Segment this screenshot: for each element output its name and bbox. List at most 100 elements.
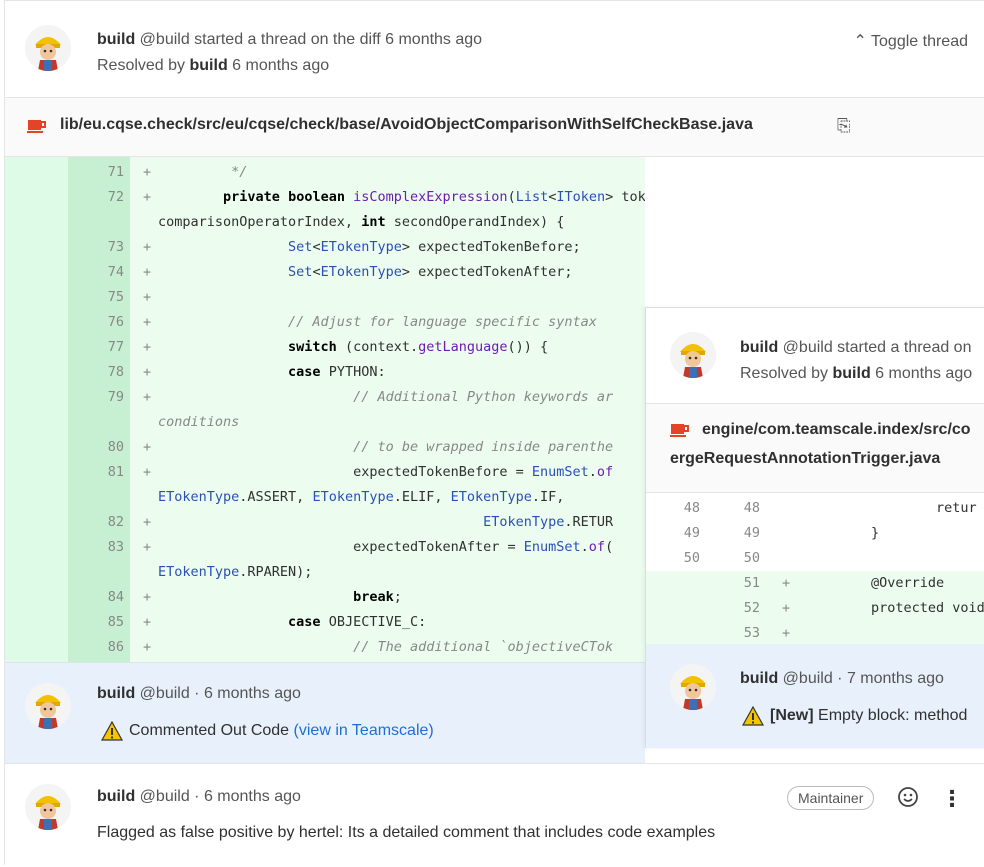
- merge-request-discussion: build @build started a thread on the dif…: [0, 0, 984, 867]
- line-number[interactable]: 82: [68, 510, 124, 535]
- new-line-number[interactable]: 49: [730, 521, 760, 546]
- finding-text: Commented Out Code: [129, 722, 290, 740]
- diff-line: 51 + @Override: [646, 571, 984, 596]
- diff-line: 48 48 retur: [646, 496, 984, 521]
- note-meta: build @build · 6 months ago: [97, 685, 301, 703]
- avatar[interactable]: [25, 25, 71, 71]
- note-body: Commented Out Code (view in Teamscale): [101, 721, 434, 741]
- new-line-number[interactable]: 50: [730, 546, 760, 571]
- line-number[interactable]: 80: [68, 435, 124, 460]
- line-number[interactable]: 78: [68, 360, 124, 385]
- thread-header: build @build started a thread on the dif…: [5, 1, 984, 98]
- line-number[interactable]: 85: [68, 610, 124, 635]
- new-line-number[interactable]: 48: [730, 496, 760, 521]
- more-actions-icon[interactable]: ⋮: [941, 786, 963, 812]
- code-text: // Additional Python keywords ar: [158, 389, 614, 405]
- avatar[interactable]: [670, 664, 716, 710]
- note-time: @build · 7 months ago: [782, 670, 944, 687]
- line-number[interactable]: 81: [68, 460, 124, 485]
- added-marker: +: [782, 575, 791, 591]
- added-marker: +: [143, 389, 152, 405]
- added-marker: +: [143, 364, 152, 380]
- added-marker: +: [143, 339, 152, 355]
- diff-line: 49 49 }: [646, 521, 984, 546]
- code-text: // to be wrapped inside parenthe: [158, 439, 614, 455]
- code-text: comparisonOperatorIndex, int secondOpera…: [158, 214, 565, 230]
- file-header: lib/eu.cqse.check/src/eu/cqse/check/base…: [5, 98, 984, 157]
- line-number[interactable]: 71: [68, 160, 124, 185]
- added-marker: +: [143, 589, 152, 605]
- file-path-continued[interactable]: ergeRequestAnnotationTrigger.java: [670, 450, 940, 468]
- new-line-number[interactable]: 53: [730, 621, 760, 646]
- old-line-number[interactable]: 48: [670, 496, 700, 521]
- smiley-icon[interactable]: [897, 786, 919, 808]
- old-line-number[interactable]: 49: [670, 521, 700, 546]
- thread-action: started a thread on the diff 6 months ag…: [194, 31, 483, 48]
- added-marker: +: [143, 289, 152, 305]
- toggle-thread-button[interactable]: ⌃ Toggle thread: [853, 31, 968, 51]
- author-name[interactable]: build: [97, 788, 135, 805]
- copy-icon[interactable]: ⎘: [837, 116, 851, 136]
- avatar[interactable]: [25, 784, 71, 830]
- author-handle: @build: [139, 788, 190, 805]
- code-text: @Override: [806, 575, 945, 591]
- line-number[interactable]: 73: [68, 235, 124, 260]
- line-number[interactable]: 77: [68, 335, 124, 360]
- diff-code: 48 48 retur 49 49 } 50 50 51 + @Override 52 + pro…: [646, 493, 984, 646]
- avatar[interactable]: [670, 332, 716, 378]
- diff-line: 53 +: [646, 621, 984, 646]
- code-text: // The additional `objectiveCTok: [158, 639, 614, 655]
- code-text: expectedTokenAfter = EnumSet.of(: [158, 539, 614, 555]
- line-number[interactable]: 76: [68, 310, 124, 335]
- author-name[interactable]: build: [97, 31, 135, 48]
- code-text: private boolean isComplexExpression(List…: [223, 189, 645, 205]
- added-marker: +: [782, 600, 791, 616]
- added-marker: +: [143, 639, 152, 655]
- warning-icon: [742, 706, 764, 726]
- code-text: */: [158, 164, 248, 180]
- code-text: break;: [353, 589, 402, 605]
- old-line-number[interactable]: 50: [670, 546, 700, 571]
- file-header: engine/com.teamscale.index/src/co ergeRe…: [646, 404, 984, 493]
- author-handle: @build: [139, 31, 190, 48]
- note-time: · 6 months ago: [194, 788, 301, 805]
- diff-line: 52 + protected void: [646, 596, 984, 621]
- view-in-teamscale-link[interactable]: (view in Teamscale): [294, 722, 434, 739]
- avatar[interactable]: [25, 683, 71, 729]
- file-path[interactable]: engine/com.teamscale.index/src/co: [702, 421, 971, 439]
- note-time: · 6 months ago: [194, 685, 301, 702]
- resolved-by[interactable]: build: [190, 57, 228, 74]
- added-marker: +: [143, 164, 152, 180]
- code-text: case OBJECTIVE_C:: [288, 614, 427, 630]
- java-file-icon: [670, 424, 689, 437]
- code-text: Set<ETokenType> expectedTokenBefore;: [288, 239, 581, 255]
- code-text: }: [806, 525, 880, 541]
- line-number[interactable]: 72: [68, 185, 124, 210]
- added-marker: +: [143, 464, 152, 480]
- added-marker: +: [143, 514, 152, 530]
- new-line-number[interactable]: 51: [730, 571, 760, 596]
- thread-title: build @build started a thread on the dif…: [97, 31, 482, 49]
- diff-code: 71 + */ 72 + private boolean isComplexExpre…: [5, 157, 645, 662]
- line-number[interactable]: 79: [68, 385, 124, 410]
- file-path[interactable]: lib/eu.cqse.check/src/eu/cqse/check/base…: [60, 116, 753, 134]
- added-marker: +: [143, 264, 152, 280]
- line-number[interactable]: 83: [68, 535, 124, 560]
- author-name[interactable]: build: [740, 670, 778, 687]
- code-text: ETokenType.RPAREN);: [158, 564, 313, 580]
- diff-line: 50 50: [646, 546, 984, 571]
- added-marker: +: [143, 614, 152, 630]
- note-meta: build @build · 7 months ago: [740, 670, 944, 688]
- line-number[interactable]: 75: [68, 285, 124, 310]
- thread-action: @build started a thread on: [782, 339, 972, 356]
- line-number[interactable]: 74: [68, 260, 124, 285]
- resolved-by[interactable]: build: [833, 365, 871, 382]
- line-number[interactable]: 86: [68, 635, 124, 660]
- line-number[interactable]: 84: [68, 585, 124, 610]
- code-text: protected void: [806, 600, 984, 616]
- author-name[interactable]: build: [97, 685, 135, 702]
- toggle-thread-label: Toggle thread: [871, 33, 968, 50]
- new-line-number[interactable]: 52: [730, 596, 760, 621]
- author-name[interactable]: build: [740, 339, 778, 356]
- note-meta: build @build · 6 months ago: [97, 788, 301, 806]
